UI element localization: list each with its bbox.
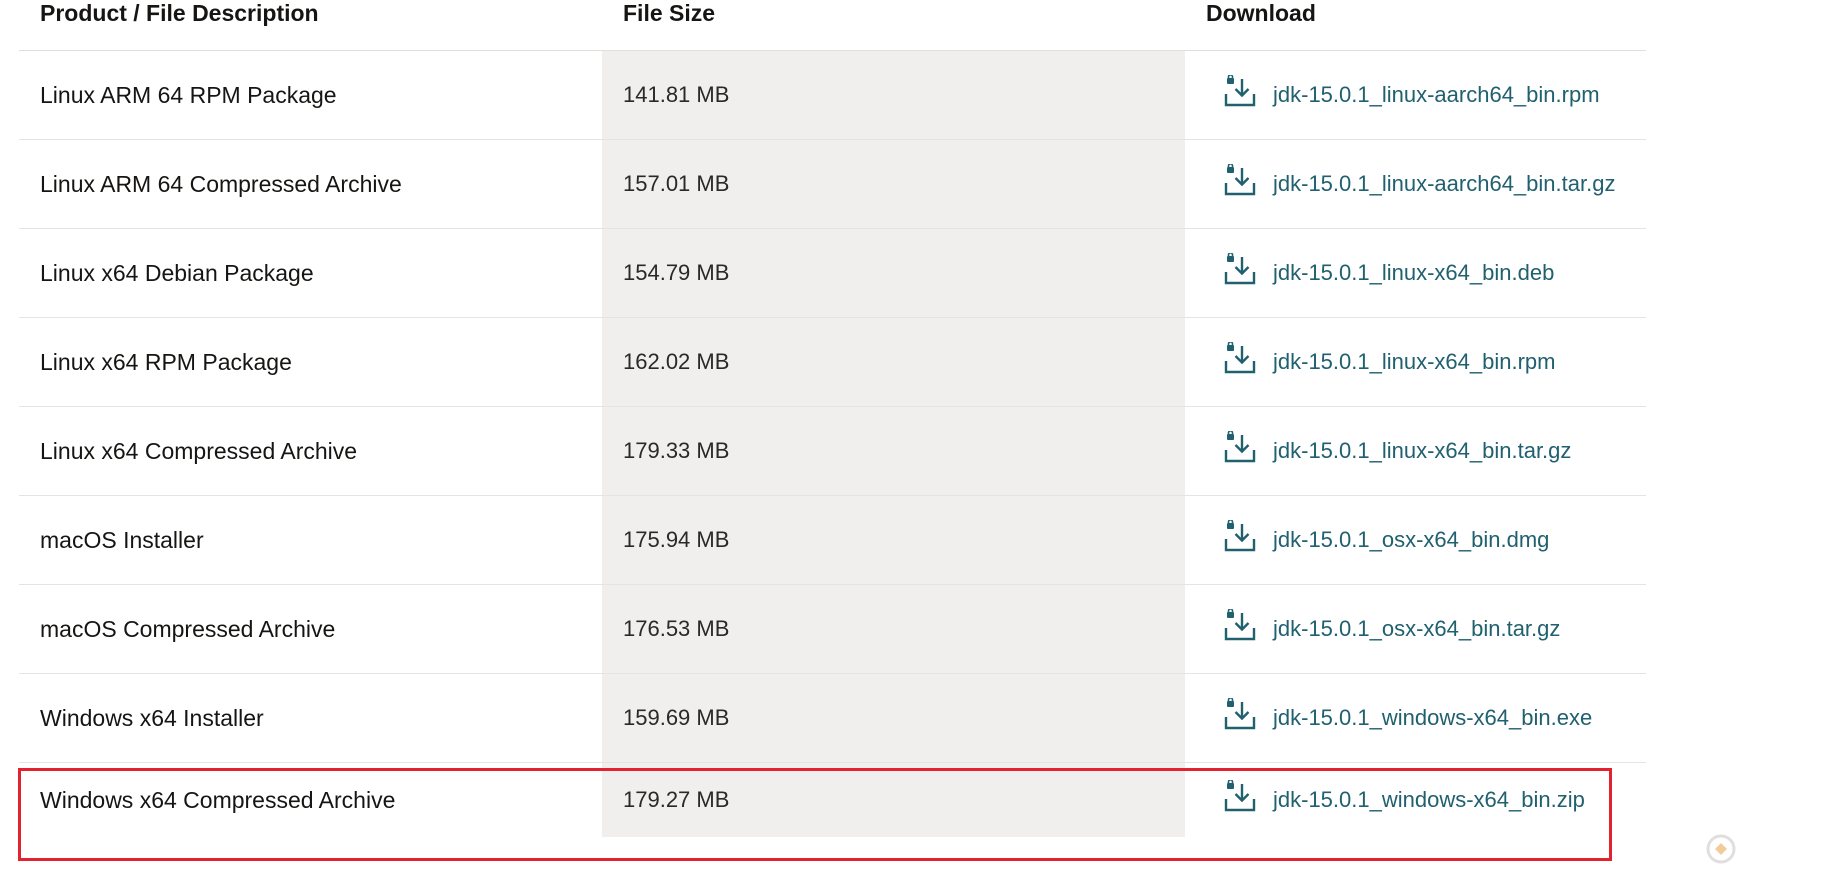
header-file-size: File Size: [623, 0, 716, 26]
download-filename: jdk-15.0.1_windows-x64_bin.exe: [1273, 705, 1593, 730]
table-row: Linux x64 RPM Package 162.02 MB jdk-15.0…: [19, 318, 1646, 407]
download-filename: jdk-15.0.1_linux-aarch64_bin.rpm: [1273, 82, 1600, 107]
download-filename: jdk-15.0.1_linux-x64_bin.deb: [1273, 260, 1555, 285]
download-filename: jdk-15.0.1_linux-aarch64_bin.tar.gz: [1273, 171, 1616, 196]
table-row: Linux x64 Debian Package 154.79 MB jdk-1…: [19, 229, 1646, 318]
row-file-size: 157.01 MB: [623, 171, 730, 196]
download-filename: jdk-15.0.1_windows-x64_bin.zip: [1273, 787, 1585, 812]
download-link[interactable]: jdk-15.0.1_osx-x64_bin.tar.gz: [1223, 609, 1561, 643]
header-description: Product / File Description: [40, 0, 319, 26]
table-row: macOS Compressed Archive 176.53 MB jdk-1…: [19, 585, 1646, 674]
row-description: Linux ARM 64 RPM Package: [40, 81, 337, 108]
row-file-size: 179.33 MB: [623, 438, 730, 463]
download-lock-icon: [1224, 431, 1256, 463]
row-description: Linux x64 Debian Package: [40, 259, 314, 286]
download-lock-icon: [1224, 520, 1256, 552]
table-row: Windows x64 Compressed Archive 179.27 MB…: [19, 763, 1646, 837]
row-description: macOS Compressed Archive: [40, 615, 336, 642]
row-description: Linux ARM 64 Compressed Archive: [40, 170, 402, 197]
table-body: Linux ARM 64 RPM Package 141.81 MB jdk-1…: [19, 51, 1646, 837]
downloads-table: Product / File Description File Size Dow…: [19, 0, 1646, 837]
table-row: Linux ARM 64 RPM Package 141.81 MB jdk-1…: [19, 51, 1646, 140]
table-row: Linux ARM 64 Compressed Archive 157.01 M…: [19, 140, 1646, 229]
download-lock-icon: [1224, 253, 1256, 285]
download-link[interactable]: jdk-15.0.1_windows-x64_bin.zip: [1223, 780, 1585, 814]
table-header: Product / File Description File Size Dow…: [19, 0, 1646, 51]
table-row: macOS Installer 175.94 MB jdk-15.0.1_osx…: [19, 496, 1646, 585]
row-description: macOS Installer: [40, 526, 204, 553]
row-file-size: 159.69 MB: [623, 705, 730, 730]
download-lock-icon: [1224, 75, 1256, 107]
download-filename: jdk-15.0.1_osx-x64_bin.dmg: [1273, 527, 1550, 552]
row-description: Windows x64 Compressed Archive: [40, 786, 396, 813]
download-link[interactable]: jdk-15.0.1_linux-x64_bin.rpm: [1223, 342, 1556, 376]
download-lock-icon: [1224, 342, 1256, 374]
table-row: Windows x64 Installer 159.69 MB jdk-15.0…: [19, 674, 1646, 763]
download-filename: jdk-15.0.1_osx-x64_bin.tar.gz: [1273, 616, 1561, 641]
watermark-logo-icon: [1706, 834, 1736, 864]
header-download: Download: [1206, 0, 1316, 26]
download-lock-icon: [1224, 698, 1256, 730]
download-link[interactable]: jdk-15.0.1_windows-x64_bin.exe: [1223, 698, 1593, 732]
download-link[interactable]: jdk-15.0.1_linux-aarch64_bin.tar.gz: [1223, 164, 1616, 198]
row-description: Linux x64 Compressed Archive: [40, 437, 358, 464]
download-link[interactable]: jdk-15.0.1_linux-aarch64_bin.rpm: [1223, 75, 1600, 109]
row-file-size: 154.79 MB: [623, 260, 730, 285]
download-lock-icon: [1224, 164, 1256, 196]
download-link[interactable]: jdk-15.0.1_linux-x64_bin.tar.gz: [1223, 431, 1572, 465]
row-file-size: 162.02 MB: [623, 349, 730, 374]
download-filename: jdk-15.0.1_linux-x64_bin.rpm: [1273, 349, 1556, 374]
download-lock-icon: [1224, 609, 1256, 641]
page: Product / File Description File Size Dow…: [0, 0, 1843, 878]
table-row: Linux x64 Compressed Archive 179.33 MB j…: [19, 407, 1646, 496]
row-file-size: 176.53 MB: [623, 616, 730, 641]
download-lock-icon: [1224, 780, 1256, 812]
row-file-size: 175.94 MB: [623, 527, 730, 552]
download-link[interactable]: jdk-15.0.1_linux-x64_bin.deb: [1223, 253, 1555, 287]
row-file-size: 141.81 MB: [623, 82, 730, 107]
row-file-size: 179.27 MB: [623, 787, 730, 812]
row-description: Linux x64 RPM Package: [40, 348, 292, 375]
watermark: [1706, 834, 1736, 864]
download-link[interactable]: jdk-15.0.1_osx-x64_bin.dmg: [1223, 520, 1550, 554]
download-filename: jdk-15.0.1_linux-x64_bin.tar.gz: [1273, 438, 1572, 463]
row-description: Windows x64 Installer: [40, 704, 264, 731]
